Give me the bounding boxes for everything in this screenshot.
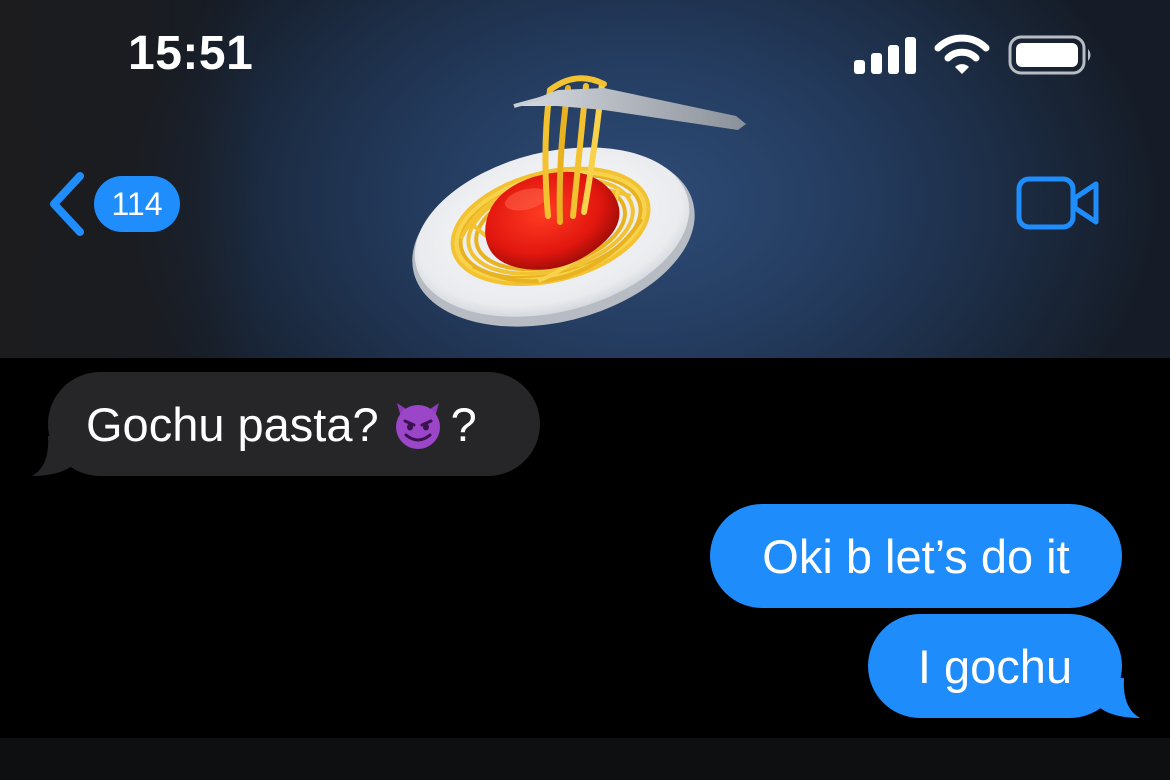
battery-icon [1008, 35, 1091, 75]
back-button[interactable]: 114 [46, 172, 180, 236]
bubble-tail [32, 436, 72, 476]
message-text-suffix: ? [450, 397, 477, 451]
bubble-tail [1100, 678, 1140, 718]
sent-message-bubble[interactable]: I gochu [868, 614, 1140, 718]
message-text: Gochu pasta? [86, 397, 379, 451]
message-text: I gochu [917, 639, 1073, 693]
wifi-icon [934, 34, 990, 74]
spaghetti-emoji-avatar[interactable] [408, 66, 760, 342]
message-text: Oki b let’s do it [762, 529, 1070, 583]
video-camera-icon[interactable] [1016, 176, 1100, 232]
smiling-face-with-horns-emoji [395, 403, 440, 449]
sent-message-bubble[interactable]: Oki b let’s do it [710, 504, 1122, 608]
status-time: 15:51 [128, 27, 254, 80]
unread-count-badge: 114 [94, 176, 180, 232]
message-input-bar [0, 738, 1170, 780]
cellular-signal-icon [854, 37, 916, 74]
messages-screen: 15:51 114 Gochu pasta? ? Oki b let’s do … [0, 0, 1170, 780]
conversation-header: 15:51 114 [0, 0, 1170, 358]
received-message-bubble[interactable]: Gochu pasta? ? [32, 372, 540, 476]
chevron-left-icon [50, 172, 84, 236]
